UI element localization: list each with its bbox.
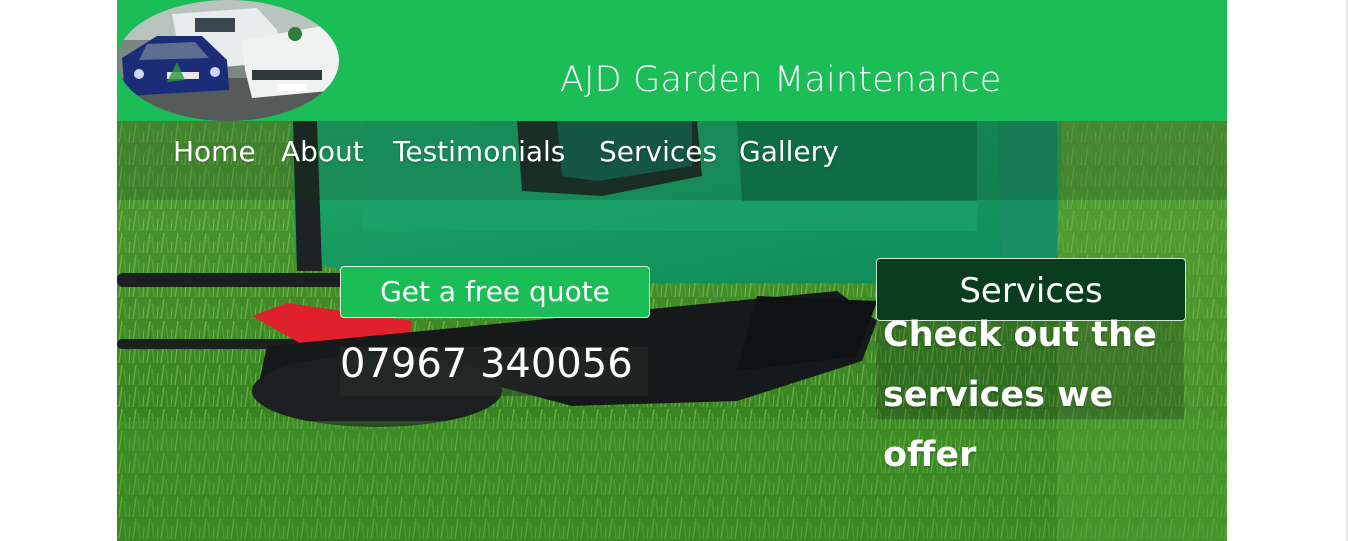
nav-item-testimonials[interactable]: Testimonials	[393, 135, 565, 168]
site-title: AJD Garden Maintenance	[560, 60, 1002, 100]
nav-item-gallery[interactable]: Gallery	[739, 135, 839, 168]
phone-number[interactable]: 07967 340056	[340, 341, 633, 387]
nav-item-about[interactable]: About	[281, 135, 364, 168]
logo-image[interactable]	[117, 0, 339, 121]
page: AJD Garden Maintenance Home About Testim…	[117, 0, 1227, 541]
nav-item-services[interactable]: Services	[599, 135, 717, 168]
main-nav: Home About Testimonials Services Gallery	[117, 121, 1227, 200]
nav-item-home[interactable]: Home	[173, 135, 256, 168]
site-header: AJD Garden Maintenance	[117, 0, 1227, 121]
get-free-quote-button[interactable]: Get a free quote	[340, 266, 650, 318]
services-description: Check out the services we offer	[883, 315, 1157, 475]
